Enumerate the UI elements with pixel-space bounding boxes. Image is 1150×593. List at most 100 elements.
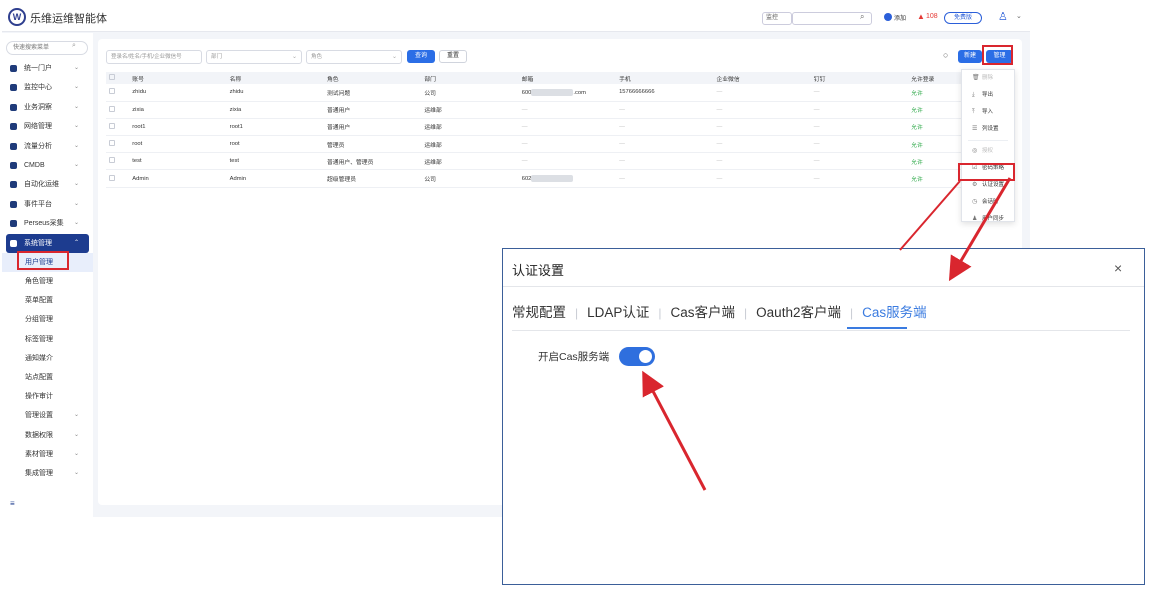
table-row[interactable]: zixia zixia 普通用户 运维部 — — — — 允许 编辑 | 授权	[106, 101, 1012, 119]
highlight-auth-settings	[958, 163, 1015, 181]
email-cell: 602	[518, 169, 617, 188]
user-filter-input[interactable]: 登录名/姓名/手机/企业微信号	[106, 50, 202, 64]
dept-filter-placeholder: 部门	[211, 54, 223, 60]
manage-menu-item[interactable]: ⤓ 导出	[962, 87, 1014, 104]
tab-oauth2-client[interactable]: Oauth2客户端	[756, 301, 841, 321]
role-filter-select[interactable]: 角色 ⌄	[306, 50, 402, 64]
dept-filter-select[interactable]: 部门 ⌄	[206, 50, 302, 64]
dingtalk-cell: —	[810, 101, 909, 119]
chevron-down-icon: ⌄	[74, 450, 80, 457]
row-checkbox[interactable]	[109, 122, 115, 129]
search-icon[interactable]: ⌕	[860, 12, 864, 22]
chevron-down-icon: ⌄	[74, 469, 80, 476]
tab-cas-server[interactable]: Cas服务端	[862, 301, 927, 321]
sidebar-item-traffic[interactable]: 流量分析 ⌄	[2, 137, 93, 156]
search-icon[interactable]: ⌕	[72, 42, 76, 50]
reset-button[interactable]: 重置	[439, 50, 467, 63]
bell-icon[interactable]: ▲	[917, 12, 925, 21]
row-checkbox[interactable]	[109, 174, 115, 181]
business-icon	[10, 103, 17, 111]
column-header: 手机	[616, 72, 714, 84]
table-header-row: 账号 名称 角色 部门 邮箱 手机 企业微信 钉钉 允许登录 操	[106, 72, 1012, 84]
row-checkbox[interactable]	[109, 157, 115, 164]
row-select-cell[interactable]	[106, 84, 130, 102]
new-button[interactable]: 新建	[958, 50, 982, 63]
phone-cell: —	[616, 152, 714, 171]
manage-menu-item[interactable]: ☰ 列设置	[962, 121, 1014, 138]
sidebar-item-label: 网络管理	[24, 123, 52, 131]
sidebar-subitem-audit[interactable]: 操作审计	[2, 387, 93, 406]
close-icon[interactable]: ×	[1114, 260, 1122, 276]
sidebar-item-monitor[interactable]: 监控中心 ⌄	[2, 78, 93, 97]
table-row[interactable]: test test 普通用户、管理员 运维部 — — — — 允许 编辑 | 授…	[106, 152, 1012, 171]
select-all-checkbox[interactable]	[109, 74, 115, 80]
email-cell: —	[518, 118, 617, 137]
login-cell: 允许	[908, 101, 959, 119]
sidebar-item-label: 系统管理	[24, 239, 52, 247]
row-select-cell[interactable]	[106, 152, 130, 171]
tab-cas-client[interactable]: Cas客户端	[671, 301, 736, 321]
sidebar-subitem-label: 集成管理	[25, 469, 53, 477]
alarm-count[interactable]: 108	[926, 13, 938, 20]
tab-general[interactable]: 常规配置	[512, 301, 566, 321]
row-checkbox[interactable]	[109, 88, 115, 95]
tab-ldap[interactable]: LDAP认证	[587, 301, 649, 321]
row-select-cell[interactable]	[106, 169, 130, 188]
highlight-user-management	[17, 251, 69, 270]
sidebar-item-perseus[interactable]: Perseus采集 ⌄	[2, 214, 93, 233]
user-icon[interactable]: ♙	[998, 10, 1008, 23]
sidebar-subitem-roles[interactable]: 角色管理	[2, 272, 93, 291]
row-checkbox[interactable]	[109, 140, 115, 147]
sidebar-subitem-integration[interactable]: 集成管理 ⌄	[2, 464, 93, 483]
row-select-cell[interactable]	[106, 118, 130, 137]
phone-cell: —	[616, 135, 714, 154]
role-cell: 测试问题	[324, 84, 422, 102]
manage-menu-item[interactable]: ♟ 用户同步	[962, 211, 1014, 228]
sidebar-subitem-menus[interactable]: 菜单配置	[2, 291, 93, 310]
sidebar-menu: 统一门户 ⌄ 监控中心 ⌄ 业务洞察 ⌄ 网络管理 ⌄ 流量分析 ⌄ CMDB ⌄ 自动化运…	[2, 59, 93, 483]
column-header: 钉钉	[810, 72, 909, 84]
account-cell: test	[129, 152, 227, 171]
table-row[interactable]: zhidu zhidu 测试问题 公司 600 .com 15766666666 …	[106, 84, 1012, 102]
sidebar-subitem-assets[interactable]: 素材管理 ⌄	[2, 445, 93, 464]
chevron-down-icon: ⌄	[74, 65, 80, 71]
sidebar-subitem-groups[interactable]: 分组管理	[2, 310, 93, 329]
add-icon[interactable]	[884, 13, 892, 21]
column-header: 账号	[129, 72, 227, 84]
sidebar-item-automation[interactable]: 自动化运维 ⌄	[2, 175, 93, 194]
row-select-cell[interactable]	[106, 101, 130, 119]
collapse-menu-icon[interactable]: ≡	[10, 499, 15, 508]
table-row[interactable]: Admin Admin 超级管理员 公司 602 — — — 允许 编辑 | 授…	[106, 169, 1012, 188]
sidebar-item-business[interactable]: 业务洞察 ⌄	[2, 98, 93, 117]
sidebar-subitem-tags[interactable]: 标签管理	[2, 330, 93, 349]
row-checkbox[interactable]	[109, 105, 115, 112]
column-header: 角色	[324, 72, 422, 84]
sidebar-subitem-data-perm[interactable]: 数据权限 ⌄	[2, 426, 93, 445]
sidebar-item-portal[interactable]: 统一门户 ⌄	[2, 59, 93, 78]
table-body: zhidu zhidu 测试问题 公司 600 .com 15766666666 …	[106, 84, 1012, 188]
monitor-select[interactable]: 监控	[762, 12, 792, 25]
email-cell: 600 .com	[518, 84, 617, 102]
table-row[interactable]: root root 管理员 运维部 — — — — 允许 编辑 | 授权	[106, 135, 1012, 154]
sidebar-subitem-site[interactable]: 站点配置	[2, 368, 93, 387]
cas-server-toggle[interactable]	[619, 347, 655, 366]
authorize-icon: ◎	[972, 148, 978, 154]
chevron-down-icon[interactable]: ⌄	[1016, 12, 1022, 20]
menu-item-label: 认证设置	[982, 182, 1005, 188]
sidebar-subitem-settings[interactable]: 管理设置 ⌄	[2, 406, 93, 425]
sidebar-item-network[interactable]: 网络管理 ⌄	[2, 117, 93, 136]
free-version-badge[interactable]: 免费版	[944, 12, 982, 24]
refresh-icon[interactable]: ○	[943, 50, 948, 60]
menu-divider	[968, 140, 1008, 141]
sidebar-item-cmdb[interactable]: CMDB ⌄	[2, 156, 93, 175]
manage-menu-item[interactable]: ⤒ 导入	[962, 104, 1014, 121]
select-all-cell[interactable]	[106, 72, 130, 84]
sidebar-item-events[interactable]: 事件平台 ⌄	[2, 195, 93, 214]
table-row[interactable]: root1 root1 普通用户 运维部 — — — — 允许 编辑 | 授权	[106, 118, 1012, 137]
sidebar-item-system[interactable]: 系统管理 ⌃	[6, 233, 89, 253]
manage-menu-item[interactable]: ◷ 会话时	[962, 194, 1014, 211]
sidebar-subitem-notify[interactable]: 通知媒介	[2, 349, 93, 368]
query-button[interactable]: 查询	[407, 50, 435, 63]
row-select-cell[interactable]	[106, 135, 130, 154]
add-link[interactable]: 添加	[894, 13, 906, 22]
